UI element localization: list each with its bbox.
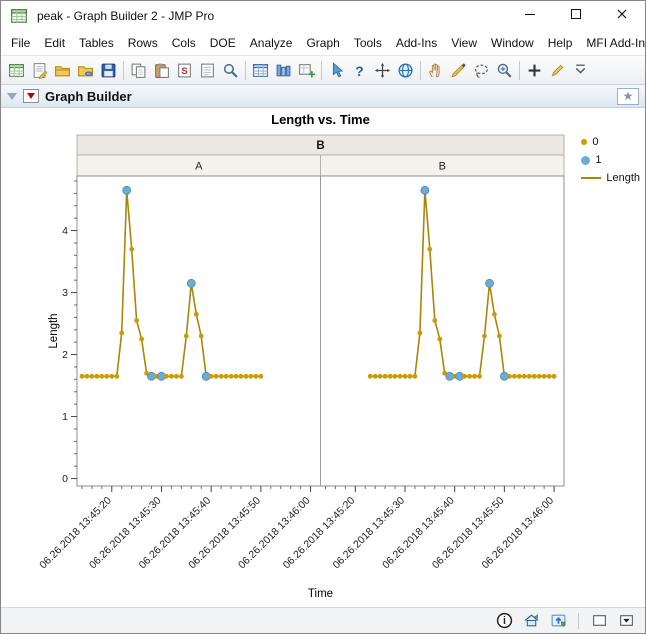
red-triangle-icon — [27, 93, 35, 99]
minimize-icon — [524, 7, 536, 25]
annotate-tool-icon[interactable] — [523, 58, 546, 82]
svg-text:2: 2 — [62, 349, 68, 361]
svg-text:i: i — [503, 615, 506, 627]
legend-swatch-dot-small — [581, 139, 588, 145]
overflow-icon[interactable] — [569, 58, 592, 82]
menu-item-add-ins[interactable]: Add-Ins — [389, 32, 444, 54]
menu-item-view[interactable]: View — [444, 32, 484, 54]
graph-builder-outline-header[interactable]: Graph Builder ★ — [1, 85, 645, 108]
lasso-tool-icon[interactable] — [470, 58, 493, 82]
star-icon: ★ — [622, 89, 634, 103]
save-icon[interactable] — [97, 58, 120, 82]
menu-item-tools[interactable]: Tools — [347, 32, 389, 54]
legend: 0 1 Length — [581, 136, 640, 184]
legend-swatch-dot-large — [581, 155, 591, 165]
legend-swatch-line — [581, 177, 602, 179]
home-sync-icon[interactable] — [522, 612, 540, 630]
window-title: peak - Graph Builder 2 - JMP Pro — [37, 9, 215, 23]
app-icon — [10, 7, 28, 25]
window-controls — [507, 1, 645, 31]
legend-label: 0 — [592, 136, 599, 148]
menu-item-cols[interactable]: Cols — [165, 32, 203, 54]
help-tool-icon[interactable]: ? — [348, 58, 371, 82]
title-bar: peak - Graph Builder 2 - JMP Pro — [1, 1, 645, 31]
chart-title: Length vs. Time — [271, 112, 370, 127]
toolbar-separator — [420, 60, 421, 80]
legend-item-1[interactable]: 1 — [581, 154, 640, 166]
toolbar-separator — [245, 60, 246, 80]
toolbar-separator — [321, 60, 322, 80]
line-tool-icon[interactable] — [546, 58, 569, 82]
menu-item-tables[interactable]: Tables — [72, 32, 121, 54]
svg-text:S: S — [181, 66, 187, 77]
move-tool-icon[interactable] — [371, 58, 394, 82]
menu-item-window[interactable]: Window — [484, 32, 541, 54]
brush-tool-icon[interactable] — [447, 58, 470, 82]
magnifier-tool-icon[interactable] — [493, 58, 516, 82]
maximize-icon — [570, 7, 582, 25]
menu-item-analyze[interactable]: Analyze — [243, 32, 300, 54]
menu-item-edit[interactable]: Edit — [37, 32, 72, 54]
menu-item-help[interactable]: Help — [541, 32, 580, 54]
column-info-icon[interactable] — [272, 58, 295, 82]
red-triangle-menu-button[interactable] — [23, 89, 39, 103]
journal-window-icon[interactable] — [196, 58, 219, 82]
data-table-window-icon[interactable] — [249, 58, 272, 82]
grabber-tool-icon[interactable] — [424, 58, 447, 82]
graph-builder-plot[interactable]: BA B0123406.26.2018 13:45:2006.26.2018 13… — [1, 108, 645, 607]
close-button[interactable] — [599, 1, 645, 31]
svg-text:Length: Length — [48, 313, 60, 348]
status-bar: i — [1, 607, 645, 633]
info-icon[interactable]: i — [495, 612, 513, 630]
bookmark-star-button[interactable]: ★ — [617, 87, 639, 105]
new-journal-icon[interactable] — [28, 58, 51, 82]
svg-text:A: A — [195, 161, 203, 173]
menu-item-mfi-add-ins[interactable]: MFI Add-Ins — [579, 32, 646, 54]
outline-title: Graph Builder — [45, 88, 132, 104]
toolbar-separator — [519, 60, 520, 80]
svg-text:1: 1 — [62, 411, 68, 423]
svg-text:Time: Time — [308, 588, 333, 600]
update-shield-icon[interactable] — [549, 612, 567, 630]
window-box-icon[interactable] — [590, 612, 608, 630]
script-window-icon[interactable]: S — [173, 58, 196, 82]
collapse-outline-icon[interactable] — [7, 92, 17, 100]
open-database-icon[interactable] — [74, 58, 97, 82]
toolbar-separator — [123, 60, 124, 80]
statusbar-separator — [578, 612, 579, 629]
legend-item-0[interactable]: 0 — [581, 136, 640, 148]
toolbar: S? — [1, 55, 645, 85]
new-data-table-icon[interactable] — [5, 58, 28, 82]
svg-text:3: 3 — [62, 287, 68, 299]
window-caret-icon[interactable] — [617, 612, 635, 630]
legend-item-length[interactable]: Length — [581, 172, 640, 184]
svg-text:?: ? — [355, 62, 363, 78]
svg-text:4: 4 — [62, 225, 68, 237]
menu-item-graph[interactable]: Graph — [299, 32, 346, 54]
paste-icon[interactable] — [150, 58, 173, 82]
add-graph-icon[interactable] — [295, 58, 318, 82]
svg-text:0: 0 — [62, 473, 68, 485]
minimize-button[interactable] — [507, 1, 553, 31]
svg-text:B: B — [316, 140, 324, 152]
open-icon[interactable] — [51, 58, 74, 82]
maximize-button[interactable] — [553, 1, 599, 31]
menu-bar: File Edit Tables Rows Cols DOE Analyze Graph Too… — [1, 31, 646, 55]
search-icon[interactable] — [219, 58, 242, 82]
menu-item-doe[interactable]: DOE — [203, 32, 243, 54]
close-icon — [616, 7, 628, 25]
legend-label: 1 — [595, 154, 602, 166]
jmp-window: peak - Graph Builder 2 - JMP Pro File Edi… — [0, 0, 646, 634]
copy-icon[interactable] — [127, 58, 150, 82]
menu-item-file[interactable]: File — [4, 32, 37, 54]
report-content: B A B 0 1 2 3 4 06.26.2018 13:45:20 06.26.2018 13… — [1, 108, 645, 607]
web-tool-icon[interactable] — [394, 58, 417, 82]
menu-item-rows[interactable]: Rows — [121, 32, 165, 54]
legend-label: Length — [606, 172, 640, 184]
arrow-tool-icon[interactable] — [325, 58, 348, 82]
svg-text:B: B — [439, 161, 446, 173]
